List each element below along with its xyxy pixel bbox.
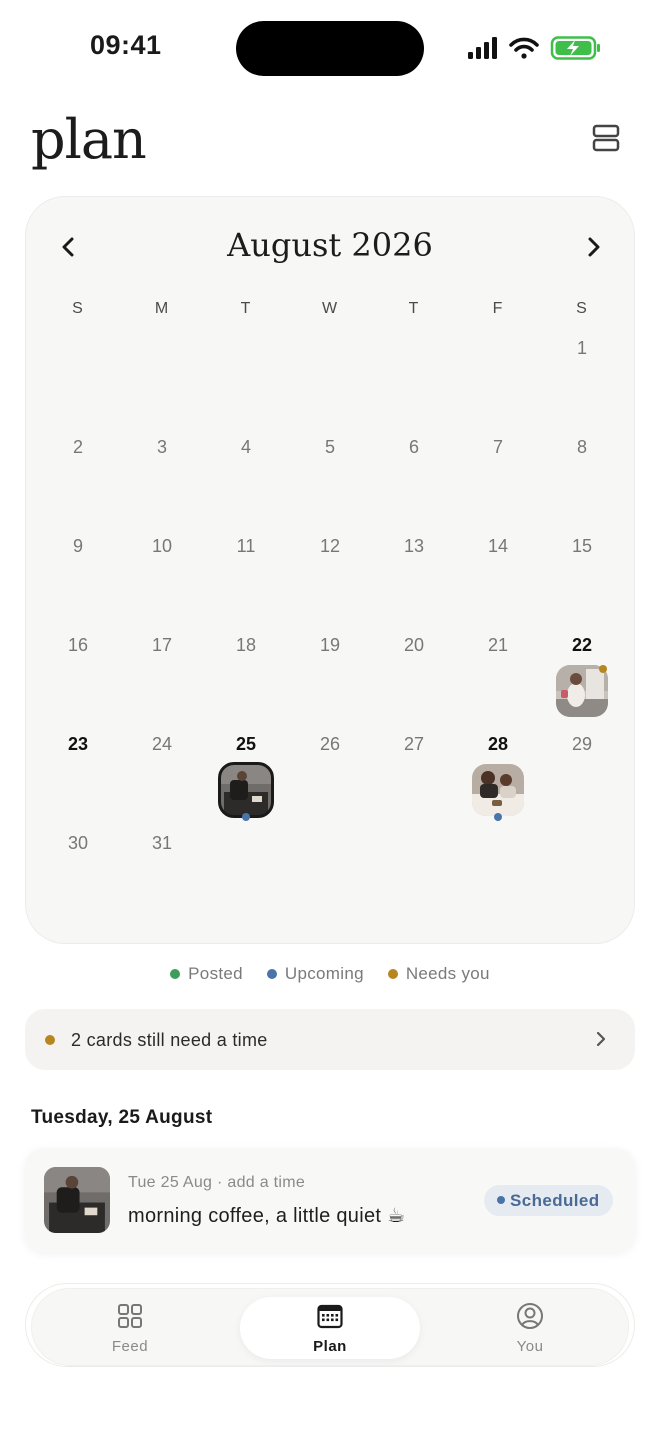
weekday-label: S [576,300,588,317]
legend-dot-posted [170,969,181,979]
chevron-right-icon [596,1031,606,1047]
calendar-day[interactable]: 23 [53,734,103,755]
legend-label: Needs you [405,964,490,983]
legend-upcoming: Upcoming [266,964,364,984]
layout-stack-icon[interactable] [590,122,622,154]
month-title: August 2026 [227,226,433,264]
weekday-label: T [408,300,420,317]
tab-label: Feed [111,1338,149,1355]
tab-label: Plan [313,1338,347,1355]
weekday-label: T [240,300,252,317]
calendar-day[interactable]: 7 [473,437,523,458]
status-badge: Scheduled [484,1185,613,1216]
profile-icon [517,1303,543,1329]
calendar-day[interactable]: 9 [53,536,103,557]
calendar-day[interactable]: 18 [221,635,271,656]
calendar-day[interactable]: 26 [305,734,355,755]
calendar-day[interactable]: 21 [473,635,523,656]
legend-label: Posted [188,964,243,983]
calendar-day[interactable]: 22 [557,635,607,656]
calendar-day[interactable]: 28 [473,734,523,755]
grid-icon [118,1304,142,1328]
weekday-label: M [154,300,170,317]
tab-plan[interactable]: Plan [240,1297,420,1359]
calendar-day[interactable]: 12 [305,536,355,557]
status-badge-dot [497,1196,505,1204]
calendar-day[interactable]: 29 [557,734,607,755]
calendar-day[interactable]: 31 [137,833,187,854]
calendar-day[interactable]: 25 [221,734,271,755]
calendar-post-thumbnail[interactable] [556,665,608,717]
calendar-day[interactable]: 16 [53,635,103,656]
post-thumbnail [44,1167,110,1233]
scheduled-post-card[interactable]: Tue 25 Aug · add a time morning coffee, … [25,1148,635,1252]
calendar-day[interactable]: 4 [221,437,271,458]
post-photo [472,764,524,816]
tab-label: You [516,1338,544,1355]
calendar-day[interactable]: 30 [53,833,103,854]
status-time: 09:41 [90,30,162,60]
tab-feed[interactable]: Feed [40,1297,220,1359]
post-photo [220,764,272,816]
weekday-label: S [72,300,84,317]
post-photo [44,1167,110,1233]
calendar-post-thumbnail-selected[interactable] [218,762,274,818]
calendar-day[interactable]: 8 [557,437,607,458]
calendar-day[interactable]: 11 [221,536,271,557]
page-title: plan [31,108,147,171]
calendar-day[interactable]: 24 [137,734,187,755]
calendar-day[interactable]: 20 [389,635,439,656]
legend-dot-needs-you [387,969,398,979]
cellular-signal-icon [468,37,497,59]
calendar-day[interactable]: 19 [305,635,355,656]
calendar-day[interactable]: 15 [557,536,607,557]
post-caption: morning coffee, a little quiet ☕ [128,1205,406,1227]
legend-posted: Posted [170,964,243,984]
legend-dot-upcoming [266,969,277,979]
status-badge-label: Scheduled [510,1191,600,1210]
calendar-day[interactable]: 17 [137,635,187,656]
post-meta: Tue 25 Aug · add a time [128,1174,306,1191]
banner-status-dot [45,1035,55,1045]
weekday-label: F [492,300,504,317]
calendar-day[interactable]: 14 [473,536,523,557]
calendar-day[interactable]: 13 [389,536,439,557]
status-dot-upcoming [494,813,502,821]
chevron-right-icon[interactable] [580,234,606,260]
legend-needs-you: Needs you [387,964,490,984]
battery-charging-icon [550,36,600,60]
calendar-day[interactable]: 6 [389,437,439,458]
calendar-day[interactable]: 3 [137,437,187,458]
calendar-day[interactable]: 5 [305,437,355,458]
calendar-day[interactable]: 10 [137,536,187,557]
calendar-post-thumbnail[interactable] [472,764,524,816]
selected-day-heading: Tuesday, 25 August [31,1107,213,1128]
calendar-day[interactable]: 1 [557,338,607,359]
post-photo [556,665,608,717]
status-dot-upcoming [242,813,250,821]
needs-time-banner[interactable]: 2 cards still need a time [25,1009,635,1070]
calendar-icon [317,1304,343,1329]
calendar-day[interactable]: 27 [389,734,439,755]
chevron-left-icon[interactable] [56,234,82,260]
weekday-label: W [321,300,339,317]
wifi-icon [509,37,539,59]
status-icons [468,36,600,60]
status-legend: Posted Upcoming Needs you [0,964,660,984]
tab-you[interactable]: You [440,1297,620,1359]
calendar-day[interactable]: 2 [53,437,103,458]
legend-label: Upcoming [284,964,364,983]
dynamic-island [236,21,424,76]
banner-text: 2 cards still need a time [71,1030,268,1050]
status-dot-needs-you [599,665,607,673]
